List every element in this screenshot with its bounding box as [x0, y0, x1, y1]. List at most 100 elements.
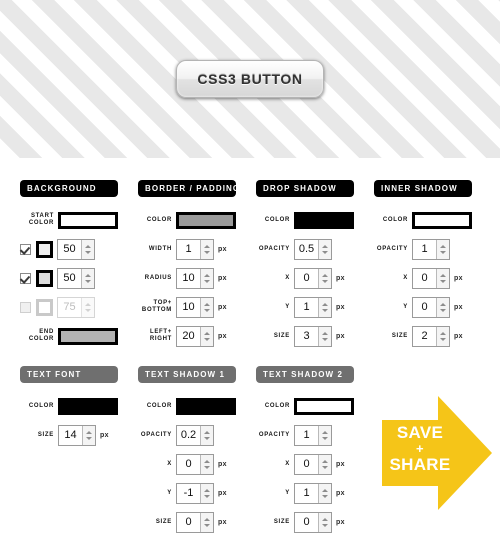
arrow-up-icon[interactable]	[440, 244, 446, 248]
stepper-arrows-padding-left-right[interactable]	[200, 326, 213, 346]
stepper-arrows-drop-shadow-y[interactable]	[318, 297, 331, 317]
stepper-background-stop-2[interactable]: 50	[57, 267, 95, 289]
arrow-up-icon[interactable]	[322, 273, 328, 277]
arrow-up-icon[interactable]	[440, 273, 446, 277]
arrow-down-icon[interactable]	[85, 250, 91, 254]
stepper-arrows-text-font-size[interactable]	[82, 425, 95, 445]
preview-css3-button[interactable]: CSS3 BUTTON	[176, 60, 324, 98]
stepper-text-shadow-1-opacity[interactable]: 0.2	[176, 424, 214, 446]
stepper-arrows-border-radius[interactable]	[200, 268, 213, 288]
color-swatch-text-shadow-1[interactable]	[176, 397, 236, 415]
stepper-arrows-inner-shadow-size[interactable]	[436, 326, 449, 346]
stepper-text-shadow-2-size[interactable]: 0	[294, 511, 332, 533]
stepper-arrows-background-stop-2[interactable]	[81, 268, 94, 288]
arrow-down-icon[interactable]	[204, 250, 210, 254]
stepper-arrows-drop-shadow-size[interactable]	[318, 326, 331, 346]
arrow-up-icon[interactable]	[204, 517, 210, 521]
stepper-arrows-text-shadow-2-opacity[interactable]	[318, 425, 331, 445]
arrow-down-icon[interactable]	[322, 279, 328, 283]
arrow-up-icon[interactable]	[322, 430, 328, 434]
arrow-down-icon[interactable]	[204, 337, 210, 341]
stepper-background-stop-3[interactable]: 75	[57, 296, 95, 318]
arrow-down-icon[interactable]	[204, 436, 210, 440]
stepper-arrows-text-shadow-1-y[interactable]	[200, 483, 213, 503]
stepper-inner-shadow-x[interactable]: 0	[412, 267, 450, 289]
arrow-down-icon[interactable]	[204, 465, 210, 469]
stepper-drop-shadow-y[interactable]: 1	[294, 296, 332, 318]
arrow-up-icon[interactable]	[204, 488, 210, 492]
stepper-text-shadow-2-opacity[interactable]: 1	[294, 424, 332, 446]
arrow-down-icon[interactable]	[322, 308, 328, 312]
checkbox-background-stop-3[interactable]	[20, 301, 31, 313]
arrow-down-icon[interactable]	[85, 308, 91, 312]
stepper-arrows-background-stop-3[interactable]	[81, 297, 94, 317]
stepper-text-shadow-2-y[interactable]: 1	[294, 482, 332, 504]
arrow-up-icon[interactable]	[322, 517, 328, 521]
stepper-arrows-border-width[interactable]	[200, 239, 213, 259]
color-swatch-text-shadow-2[interactable]	[294, 397, 354, 415]
stepper-inner-shadow-opacity[interactable]: 1	[412, 238, 450, 260]
stepper-arrows-text-shadow-2-x[interactable]	[318, 454, 331, 474]
arrow-down-icon[interactable]	[322, 337, 328, 341]
stepper-arrows-inner-shadow-x[interactable]	[436, 268, 449, 288]
arrow-up-icon[interactable]	[204, 459, 210, 463]
stepper-inner-shadow-y[interactable]: 0	[412, 296, 450, 318]
stepper-background-stop-1[interactable]: 50	[57, 238, 95, 260]
stepper-text-font-size[interactable]: 14	[58, 424, 96, 446]
arrow-up-icon[interactable]	[204, 302, 210, 306]
arrow-down-icon[interactable]	[440, 308, 446, 312]
stepper-drop-shadow-x[interactable]: 0	[294, 267, 332, 289]
arrow-up-icon[interactable]	[204, 430, 210, 434]
arrow-down-icon[interactable]	[440, 279, 446, 283]
arrow-down-icon[interactable]	[322, 465, 328, 469]
arrow-down-icon[interactable]	[86, 436, 92, 440]
arrow-up-icon[interactable]	[85, 244, 91, 248]
stepper-drop-shadow-opacity[interactable]: 0.5	[294, 238, 332, 260]
color-swatch-background-end[interactable]	[58, 327, 118, 345]
arrow-up-icon[interactable]	[204, 331, 210, 335]
stepper-border-radius[interactable]: 10	[176, 267, 214, 289]
checkbox-background-stop-2[interactable]	[20, 272, 31, 284]
stepper-arrows-drop-shadow-x[interactable]	[318, 268, 331, 288]
stepper-arrows-inner-shadow-opacity[interactable]	[436, 239, 449, 259]
stepper-padding-top-bottom[interactable]: 10	[176, 296, 214, 318]
arrow-up-icon[interactable]	[322, 244, 328, 248]
arrow-down-icon[interactable]	[440, 250, 446, 254]
checkbox-background-stop-1[interactable]	[20, 243, 31, 255]
arrow-down-icon[interactable]	[322, 523, 328, 527]
stepper-drop-shadow-size[interactable]: 3	[294, 325, 332, 347]
arrow-up-icon[interactable]	[85, 273, 91, 277]
stepper-inner-shadow-size[interactable]: 2	[412, 325, 450, 347]
arrow-up-icon[interactable]	[85, 302, 91, 306]
arrow-up-icon[interactable]	[322, 331, 328, 335]
color-swatch-text-font[interactable]	[58, 397, 118, 415]
arrow-up-icon[interactable]	[440, 331, 446, 335]
color-swatch-background-start[interactable]	[58, 211, 118, 229]
arrow-down-icon[interactable]	[204, 279, 210, 283]
arrow-up-icon[interactable]	[322, 459, 328, 463]
color-swatch-background-stop-2[interactable]	[36, 269, 53, 287]
arrow-down-icon[interactable]	[204, 523, 210, 527]
color-swatch-border[interactable]	[176, 211, 236, 229]
stepper-text-shadow-1-x[interactable]: 0	[176, 453, 214, 475]
arrow-up-icon[interactable]	[204, 273, 210, 277]
save-share-button[interactable]: SAVE + SHARE	[374, 388, 500, 518]
stepper-border-width[interactable]: 1	[176, 238, 214, 260]
color-swatch-background-stop-1[interactable]	[36, 240, 53, 258]
arrow-down-icon[interactable]	[322, 250, 328, 254]
arrow-down-icon[interactable]	[204, 494, 210, 498]
stepper-arrows-text-shadow-1-size[interactable]	[200, 512, 213, 532]
arrow-up-icon[interactable]	[86, 430, 92, 434]
stepper-arrows-background-stop-1[interactable]	[81, 239, 94, 259]
arrow-up-icon[interactable]	[204, 244, 210, 248]
stepper-padding-left-right[interactable]: 20	[176, 325, 214, 347]
arrow-down-icon[interactable]	[322, 436, 328, 440]
stepper-text-shadow-1-y[interactable]: -1	[176, 482, 214, 504]
color-swatch-drop-shadow[interactable]	[294, 211, 354, 229]
arrow-up-icon[interactable]	[322, 302, 328, 306]
arrow-up-icon[interactable]	[440, 302, 446, 306]
stepper-text-shadow-2-x[interactable]: 0	[294, 453, 332, 475]
stepper-arrows-padding-top-bottom[interactable]	[200, 297, 213, 317]
arrow-down-icon[interactable]	[440, 337, 446, 341]
stepper-arrows-text-shadow-1-opacity[interactable]	[200, 425, 213, 445]
